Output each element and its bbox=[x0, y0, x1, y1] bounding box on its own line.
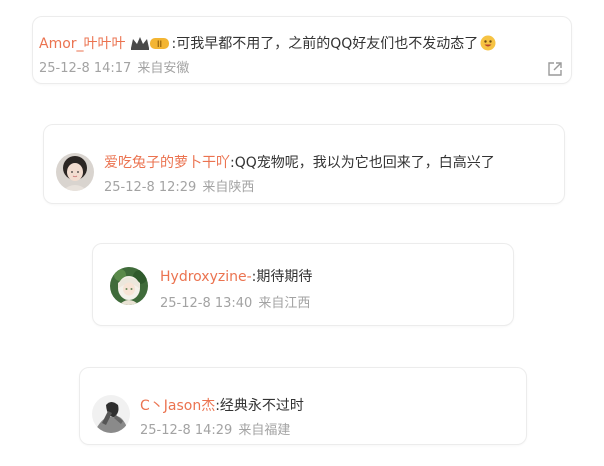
comment-content: Hydroxyzine-:期待期待 bbox=[160, 268, 312, 286]
comment-content: 爱吃兔子的萝卜干吖:QQ宠物呢，我以为它也回来了，白高兴了 bbox=[104, 154, 495, 172]
comment-text: :QQ宠物呢，我以为它也回来了，白高兴了 bbox=[230, 155, 495, 171]
vip-badge-level: II bbox=[156, 40, 161, 50]
user-avatar[interactable] bbox=[92, 395, 130, 433]
comment-time: 25-12-8 14:17 bbox=[39, 61, 132, 76]
share-external-icon[interactable] bbox=[547, 61, 563, 77]
comment-list: Amor_叶叶叶 II :可我早都不用了，之前的QQ好友们也不发动态了 25-1… bbox=[0, 0, 604, 466]
comment-content: Amor_叶叶叶 II :可我早都不用了，之前的QQ好友们也不发动态了 bbox=[39, 35, 496, 56]
comment-text: :可我早都不用了，之前的QQ好友们也不发动态了 bbox=[171, 36, 479, 52]
comment-meta: 25-12-8 12:29 来自陕西 bbox=[104, 180, 254, 196]
comment-location: 来自安徽 bbox=[137, 61, 190, 76]
comment-time: 25-12-8 13:40 bbox=[160, 296, 253, 311]
comment-username[interactable]: C丶Jason杰 bbox=[140, 398, 215, 414]
avatar-anime-character bbox=[110, 267, 148, 305]
avatar-sketch-figure bbox=[92, 395, 130, 433]
user-avatar[interactable] bbox=[56, 153, 94, 191]
avatar-girl-photo bbox=[56, 153, 94, 191]
user-avatar[interactable] bbox=[110, 267, 148, 305]
comment-card: Hydroxyzine-:期待期待 25-12-8 13:40 来自江西 bbox=[92, 243, 514, 326]
comment-card: Amor_叶叶叶 II :可我早都不用了，之前的QQ好友们也不发动态了 25-1… bbox=[32, 16, 572, 84]
comment-username[interactable]: 爱吃兔子的萝卜干吖 bbox=[104, 155, 230, 171]
comment-meta: 25-12-8 13:40 来自江西 bbox=[160, 296, 310, 312]
comment-card: C丶Jason杰:经典永不过时 25-12-8 14:29 来自福建 bbox=[79, 367, 527, 445]
comment-location: 来自陕西 bbox=[202, 180, 255, 195]
comment-location: 来自江西 bbox=[258, 296, 311, 311]
smile-emoji-icon bbox=[480, 35, 496, 56]
comment-card: 爱吃兔子的萝卜干吖:QQ宠物呢，我以为它也回来了，白高兴了 25-12-8 12… bbox=[43, 124, 565, 204]
comment-username[interactable]: Hydroxyzine- bbox=[160, 269, 252, 285]
comment-text: :经典永不过时 bbox=[215, 398, 304, 414]
vip-crown-badge-icon: II bbox=[130, 35, 170, 56]
comment-meta: 25-12-8 14:29 来自福建 bbox=[140, 423, 290, 439]
comment-time: 25-12-8 12:29 bbox=[104, 180, 197, 195]
comment-time: 25-12-8 14:29 bbox=[140, 423, 233, 438]
comment-username[interactable]: Amor_叶叶叶 bbox=[39, 36, 126, 52]
comment-location: 来自福建 bbox=[238, 423, 291, 438]
comment-content: C丶Jason杰:经典永不过时 bbox=[140, 397, 304, 415]
comment-text: :期待期待 bbox=[251, 269, 313, 285]
comment-meta: 25-12-8 14:17 来自安徽 bbox=[39, 61, 189, 77]
